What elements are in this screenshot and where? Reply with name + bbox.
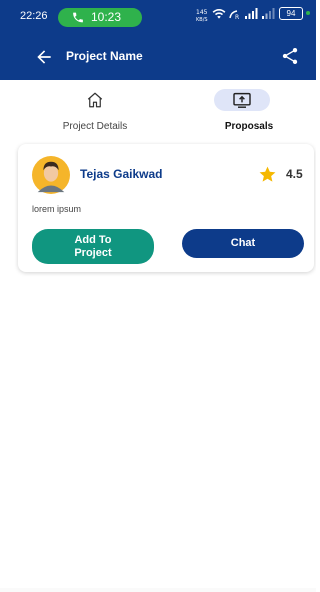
signal-2-icon [262, 8, 275, 19]
svg-text:KB/S: KB/S [196, 17, 208, 22]
status-time: 22:26 [20, 10, 48, 22]
tab-project-details[interactable]: Project Details [16, 80, 174, 140]
battery-icon: 94 [279, 7, 303, 20]
proposer-name: Tejas Gaikwad [80, 167, 163, 181]
upload-screen-icon [233, 92, 251, 108]
signal-icon [245, 8, 258, 19]
status-bar: 22:26 10:23 145 KB/S R 94 [0, 0, 316, 34]
tab-icon-container [214, 89, 270, 111]
tab-icon-container [67, 89, 123, 111]
proposal-description: lorem ipsum [32, 204, 82, 214]
charging-dot-icon [306, 11, 310, 15]
proposal-card[interactable]: Tejas Gaikwad 4.5 lorem ipsum Add To Pro… [18, 144, 314, 272]
tab-label: Project Details [62, 121, 128, 132]
wifi-icon [212, 9, 226, 19]
star-icon [259, 166, 276, 182]
tab-bar: Project Details Proposals [0, 80, 316, 140]
add-to-project-button[interactable]: Add To Project [32, 229, 154, 264]
svg-text:R: R [235, 14, 239, 20]
app-bar: Project Name [0, 34, 316, 80]
volte-icon: R [229, 10, 239, 20]
tab-proposals[interactable]: Proposals [170, 80, 316, 140]
avatar [32, 156, 70, 194]
network-speed-icon: 145 KB/S [196, 9, 208, 22]
call-duration: 10:23 [91, 10, 122, 24]
chat-button[interactable]: Chat [182, 229, 304, 258]
svg-text:145: 145 [196, 9, 208, 16]
tab-label: Proposals [224, 121, 274, 132]
rating-value: 4.5 [286, 167, 303, 181]
screen: 22:26 10:23 145 KB/S R 94 Project Name P… [0, 0, 316, 592]
arrow-left-icon[interactable] [34, 47, 54, 67]
home-icon [87, 92, 103, 108]
ongoing-call-pill[interactable]: 10:23 [58, 8, 142, 27]
share-icon[interactable] [280, 46, 300, 66]
bottom-edge [0, 588, 316, 592]
page-title: Project Name [66, 49, 143, 63]
phone-icon [73, 12, 83, 23]
app-header: 22:26 10:23 145 KB/S R 94 Project Name [0, 0, 316, 80]
